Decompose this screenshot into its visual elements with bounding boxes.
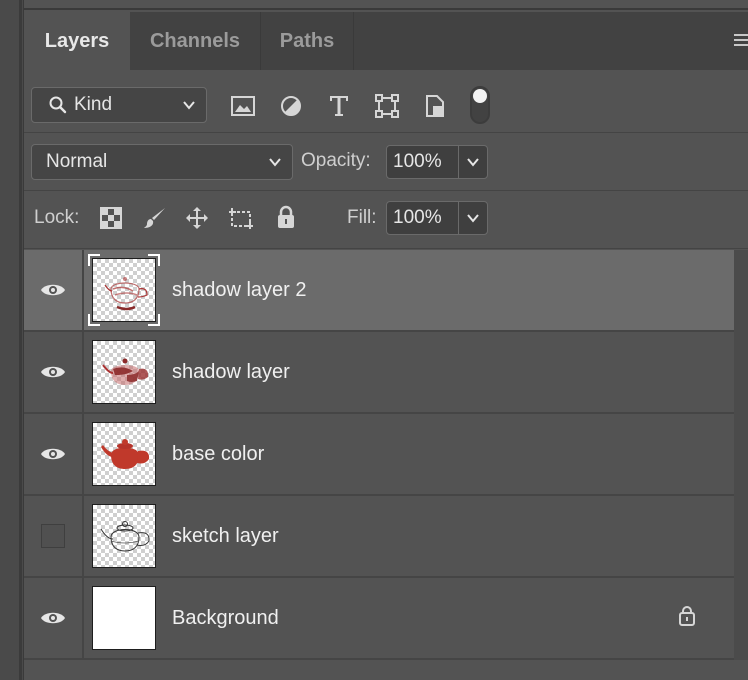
lock-image-pixels-icon[interactable]	[141, 204, 169, 232]
filter-toggle-switch[interactable]	[470, 86, 490, 124]
layer-name[interactable]: base color	[172, 414, 264, 494]
eye-icon	[41, 612, 65, 624]
layer-row-background[interactable]: Background	[24, 578, 734, 660]
layer-name[interactable]: shadow layer	[172, 332, 290, 412]
lock-all-icon[interactable]	[272, 203, 300, 231]
eye-icon	[41, 366, 65, 378]
visibility-toggle[interactable]	[24, 250, 84, 330]
lock-position-icon[interactable]	[183, 204, 211, 232]
filter-kind-label: Kind	[74, 94, 113, 115]
layers-list: shadow layer 2 shadow layer base color s…	[24, 250, 734, 660]
lock-artboard-icon[interactable]	[227, 204, 255, 232]
image-filter-icon[interactable]	[229, 92, 257, 120]
layer-row-shadow-layer-2[interactable]: shadow layer 2	[24, 250, 734, 332]
tab-layers[interactable]: Layers	[24, 12, 130, 70]
panel-menu-icon[interactable]	[734, 34, 748, 48]
layer-row-base-color[interactable]: base color	[24, 414, 734, 496]
type-filter-icon[interactable]	[325, 92, 353, 120]
layer-thumbnail[interactable]	[92, 504, 156, 568]
hidden-visibility-box[interactable]	[41, 524, 65, 548]
chevron-down-icon	[183, 101, 195, 110]
teapot-sketch-thumbnail-icon	[100, 521, 150, 552]
layer-row-shadow-layer[interactable]: shadow layer	[24, 332, 734, 414]
tab-paths[interactable]: Paths	[261, 12, 353, 70]
layer-lock-icon[interactable]	[678, 604, 696, 626]
layer-thumbnail[interactable]	[92, 258, 156, 322]
opacity-dropdown[interactable]	[459, 146, 487, 178]
layers-scrollbar-track[interactable]	[734, 250, 748, 660]
adjustment-filter-icon[interactable]	[277, 92, 305, 120]
fill-field[interactable]: 100%	[386, 201, 488, 235]
eye-icon	[41, 284, 65, 296]
chevron-down-icon	[467, 214, 479, 223]
fill-label: Fill:	[347, 207, 377, 228]
layer-name[interactable]: shadow layer 2	[172, 250, 307, 330]
layer-name[interactable]: Background	[172, 578, 279, 658]
eye-icon	[41, 448, 65, 460]
filter-kind-select[interactable]: Kind	[31, 87, 207, 123]
teapot-shadow-thumbnail-icon	[104, 277, 148, 311]
panel-tab-bar: Layers Channels Paths	[24, 12, 748, 70]
left-dock-strip	[0, 0, 24, 680]
blend-mode-value: Normal	[46, 151, 108, 172]
layer-thumbnail[interactable]	[92, 422, 156, 486]
lock-label: Lock:	[34, 207, 80, 228]
chevron-down-icon	[269, 158, 281, 167]
opacity-value[interactable]: 100%	[387, 146, 459, 178]
tab-channels[interactable]: Channels	[130, 12, 260, 70]
layer-row-sketch-layer[interactable]: sketch layer	[24, 496, 734, 578]
layer-name[interactable]: sketch layer	[172, 496, 279, 576]
layer-thumbnail[interactable]	[92, 340, 156, 404]
search-icon	[49, 96, 67, 114]
shape-filter-icon[interactable]	[373, 92, 401, 120]
blend-mode-select[interactable]: Normal	[31, 144, 293, 180]
fill-value[interactable]: 100%	[387, 202, 459, 234]
fill-dropdown[interactable]	[459, 202, 487, 234]
chevron-down-icon	[467, 158, 479, 167]
visibility-toggle[interactable]	[24, 496, 84, 576]
lock-transparent-pixels-icon[interactable]	[97, 204, 125, 232]
opacity-field[interactable]: 100%	[386, 145, 488, 179]
teapot-red-thumbnail-icon	[101, 439, 150, 469]
teapot-shadow-thumbnail-icon	[102, 358, 149, 385]
top-divider	[24, 8, 748, 10]
visibility-toggle[interactable]	[24, 332, 84, 412]
visibility-toggle[interactable]	[24, 414, 84, 494]
layer-thumbnail[interactable]	[92, 586, 156, 650]
opacity-label: Opacity:	[301, 150, 371, 171]
smart-object-filter-icon[interactable]	[421, 92, 449, 120]
visibility-toggle[interactable]	[24, 578, 84, 658]
